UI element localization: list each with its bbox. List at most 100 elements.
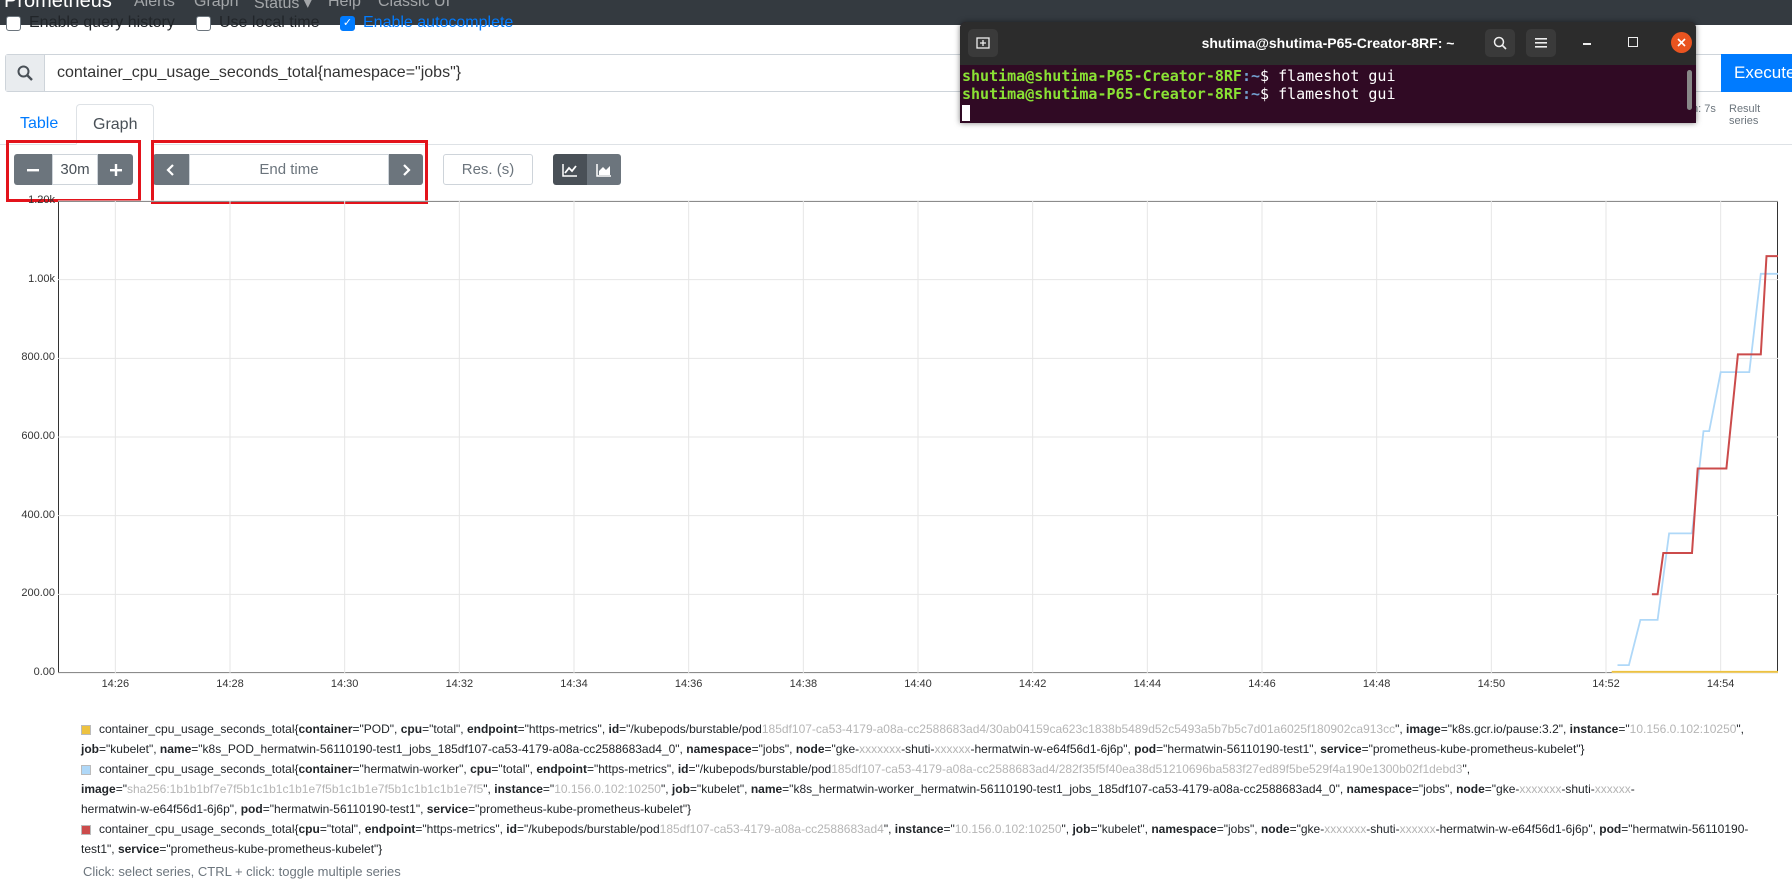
label-key: cpu [470, 762, 492, 776]
x-tick-label: 14:44 [1133, 678, 1162, 690]
label-text: =" [943, 822, 955, 836]
label-text: ="k8s_POD_hermatwin-56110190-test1_jobs_… [191, 742, 687, 756]
prompt-path: :~ [1241, 85, 1261, 103]
series-1-label: container_cpu_usage_seconds_total{contai… [99, 722, 1744, 736]
terminal-menu-button[interactable] [1526, 29, 1556, 57]
label-key: id [677, 762, 689, 776]
label-text: ="gke- [1289, 822, 1325, 836]
label-key: job [671, 782, 690, 796]
label-text: container_cpu_usage_seconds_total{ [99, 722, 299, 736]
terminal-line-1: shutima@shutima-P65-Creator-8RF:~$ flame… [962, 67, 1396, 85]
label-text: ="k8s_hermatwin-worker_hermatwin-5611019… [782, 782, 1347, 796]
y-tick-label: 800.00 [21, 351, 55, 364]
label-text: container_cpu_usage_seconds_total{ [99, 822, 299, 836]
redacted-value: xxxxxx [1399, 822, 1436, 836]
legend-series-3[interactable]: container_cpu_usage_seconds_total{cpu="t… [81, 819, 1771, 859]
label-key: image [1406, 722, 1441, 736]
label-text: ", [1395, 722, 1407, 736]
minimize-icon[interactable] [1583, 43, 1591, 45]
prompt-path: :~ [1241, 67, 1261, 85]
label-key: container [298, 722, 353, 736]
redacted-value: 10.156.0.102:10250 [554, 782, 661, 796]
terminal-titlebar[interactable]: shutima@shutima-P65-Creator-8RF: ~ [960, 22, 1696, 65]
label-text: ="https-metrics", [517, 722, 609, 736]
label-text: ", [483, 782, 495, 796]
series-3-swatch [81, 824, 91, 835]
label-text: ="jobs", [751, 742, 796, 756]
hamburger-icon [1535, 38, 1547, 48]
label-text: ="kubelet", [99, 742, 160, 756]
label-text: test1", [81, 842, 118, 856]
prompt-user: shutima@shutima-P65-Creator-8RF [962, 85, 1242, 103]
series-2-label: container_cpu_usage_seconds_total{contai… [99, 762, 1470, 776]
label-key: id [608, 722, 620, 736]
label-key: service [117, 842, 160, 856]
label-key: namespace [1151, 822, 1217, 836]
series-1-swatch [81, 724, 91, 735]
label-text: ="kubelet", [689, 782, 751, 796]
redacted-value: sha256:1b1b1bf7e7f5b1c1b1c1b1e7f5b1c1b1e… [126, 782, 484, 796]
label-key: image [81, 782, 116, 796]
label-key: node [1456, 782, 1485, 796]
y-tick-label: 1.00k [28, 272, 55, 285]
label-text: ="total", [422, 722, 467, 736]
label-text: ="hermatwin-56110190-test1", [1156, 742, 1321, 756]
legend-series-2[interactable]: container_cpu_usage_seconds_total{contai… [81, 759, 1771, 819]
legend-hint: Click: select series, CTRL + click: togg… [83, 864, 401, 879]
x-tick-label: 14:28 [216, 678, 244, 690]
label-text: ="gke- [1484, 782, 1520, 796]
x-tick-label: 14:42 [1018, 678, 1047, 690]
label-key: namespace [1346, 782, 1412, 796]
x-tick-label: 14:36 [674, 678, 703, 690]
terminal-window[interactable]: shutima@shutima-P65-Creator-8RF: ~ shuti… [960, 22, 1696, 123]
close-button[interactable] [1671, 32, 1692, 53]
series-2-label-cont2: hermatwin-w-e64f56d1-6j6p", pod="hermatw… [81, 802, 691, 816]
command-text: flameshot gui [1278, 67, 1396, 85]
y-tick-label: 400.00 [21, 508, 55, 521]
label-text: =" [542, 782, 555, 796]
label-key: endpoint [364, 822, 416, 836]
label-key: endpoint [536, 762, 587, 776]
x-tick-label: 14:32 [445, 678, 474, 690]
command-text: flameshot gui [1278, 85, 1396, 103]
maximize-icon[interactable] [1628, 37, 1638, 47]
terminal-line-2: shutima@shutima-P65-Creator-8RF:~$ flame… [962, 85, 1396, 103]
x-tick-label: 14:38 [789, 678, 818, 690]
prompt-symbol: $ [1260, 85, 1279, 103]
redacted-value: xxxxxx [1594, 782, 1631, 796]
label-text: ="/kubepods/burstable/pod [619, 722, 762, 736]
label-key: pod [240, 802, 263, 816]
label-text: ", [883, 822, 895, 836]
label-key: instance [894, 822, 944, 836]
label-text: ="prometheus-kube-prometheus-kubelet"} [468, 802, 692, 816]
redacted-value: 10.156.0.102:10250 [954, 822, 1062, 836]
label-text: -shuti- [1561, 782, 1595, 796]
label-text: =" [115, 782, 127, 796]
label-text: -shuti- [901, 742, 935, 756]
x-tick-label: 14:48 [1362, 678, 1391, 690]
label-text: ="POD", [352, 722, 401, 736]
close-icon [1677, 38, 1686, 47]
label-text: ="hermatwin-worker", [352, 762, 471, 776]
terminal-search-button[interactable] [1485, 29, 1515, 57]
series-3-label-cont: test1", service="prometheus-kube-prometh… [81, 842, 382, 856]
terminal-scrollbar[interactable] [1687, 70, 1692, 110]
x-tick-label: 14:50 [1477, 678, 1506, 690]
y-tick-label: 0.00 [33, 666, 55, 678]
label-key: node [1260, 822, 1290, 836]
label-text: -hermatwin-w-e64f56d1-6j6p", [970, 742, 1135, 756]
series-line-3[interactable] [1651, 255, 1778, 596]
label-text: - [1630, 782, 1635, 796]
y-tick-label: 600.00 [21, 430, 55, 442]
x-tick-label: 14:30 [330, 678, 359, 690]
x-tick-label: 14:40 [904, 678, 932, 690]
label-key: name [159, 742, 192, 756]
y-tick-label: 200.00 [21, 587, 55, 600]
legend-series-1[interactable]: container_cpu_usage_seconds_total{contai… [81, 719, 1771, 759]
label-key: instance [494, 782, 543, 796]
label-text: ="prometheus-kube-prometheus-kubelet"} [1361, 742, 1585, 756]
label-text: hermatwin-w-e64f56d1-6j6p", [81, 802, 241, 816]
prompt-symbol: $ [1260, 67, 1279, 85]
label-text: ="kubelet", [1090, 822, 1152, 836]
prompt-user: shutima@shutima-P65-Creator-8RF [962, 67, 1242, 85]
